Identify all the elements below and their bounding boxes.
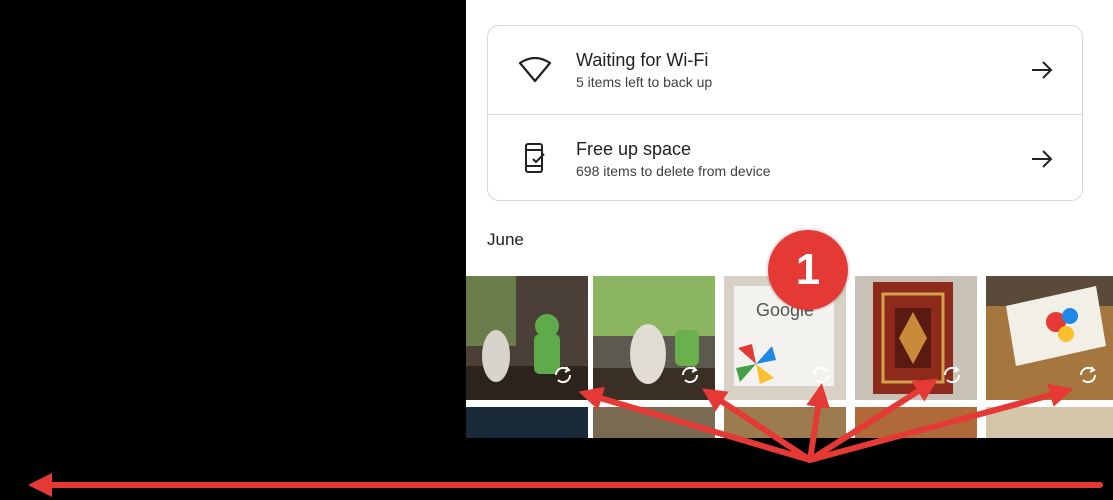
annotation-arrows [27, 378, 1103, 497]
step-number-badge: 1 [768, 230, 848, 310]
